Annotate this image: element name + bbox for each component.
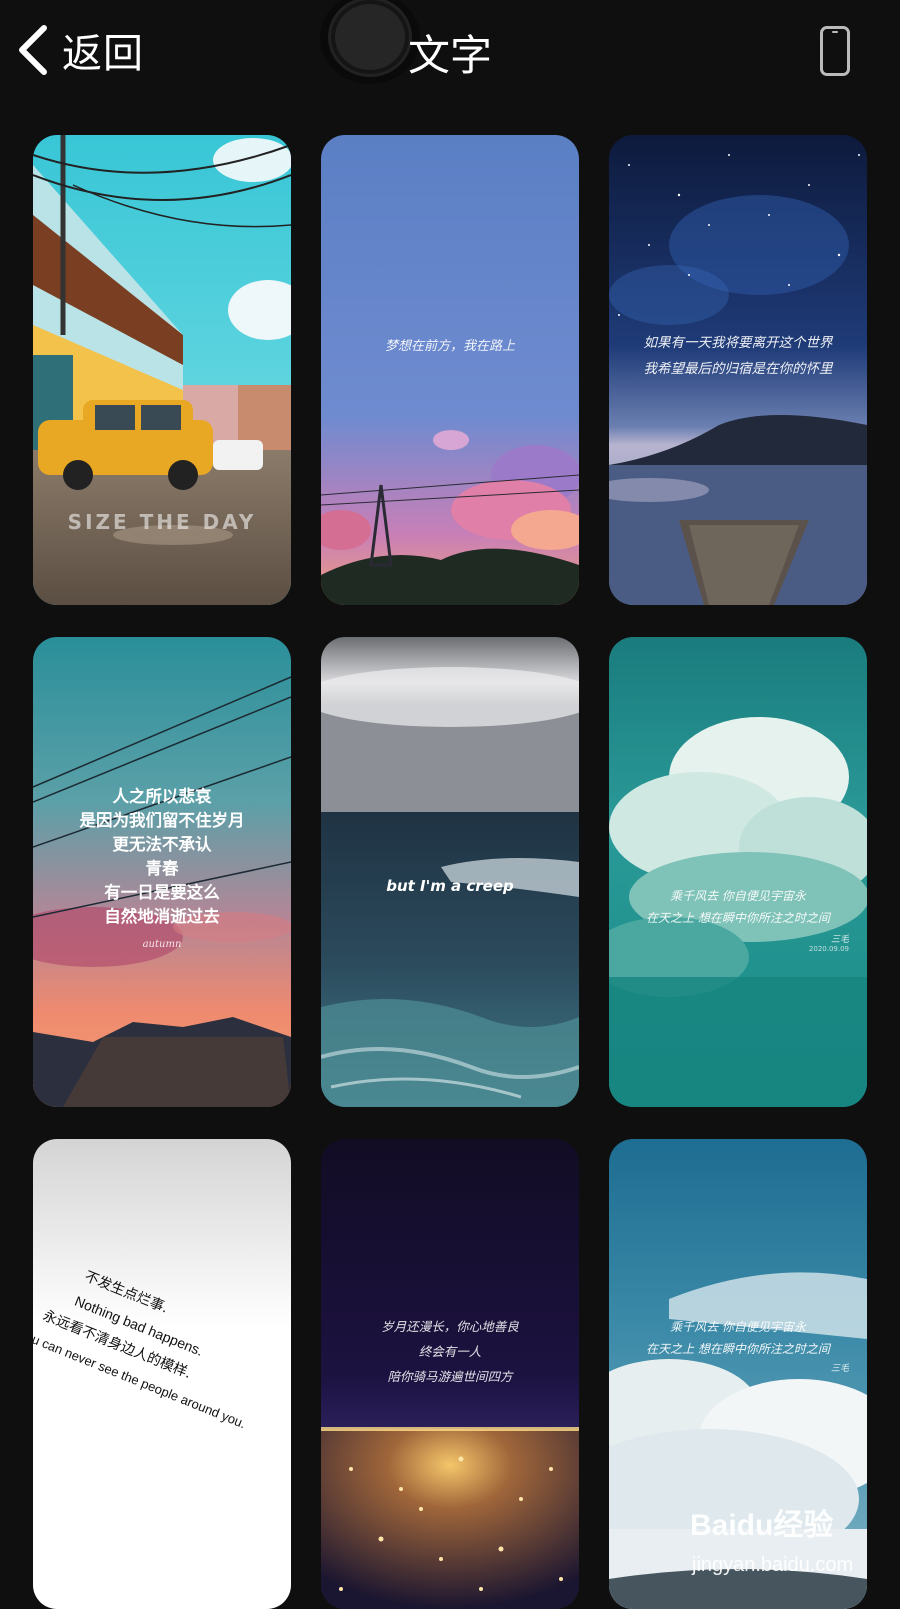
- wallpaper-card[interactable]: 梦想在前方，我在路上: [321, 135, 579, 605]
- wallpaper-card[interactable]: SIZE THE DAY: [33, 135, 291, 605]
- wallpaper-card[interactable]: but I'm a creep: [321, 637, 579, 1107]
- caption-line: 在天之上 想在瞬中你所注之时之间: [646, 1342, 830, 1356]
- caption-line: 在天之上 想在瞬中你所注之时之间: [646, 911, 830, 925]
- wallpaper-date: 2020.09.09: [808, 945, 849, 953]
- wallpaper-signature: 三毛: [830, 1364, 849, 1374]
- caption-line: 终会有一人: [418, 1344, 482, 1359]
- caption-line: 陪你骑马游遍世间四方: [387, 1369, 513, 1384]
- caption-line: 自然地消逝过去: [104, 907, 220, 926]
- wallpaper-caption-line-2: 我希望最后的归宿是在你的怀里: [643, 361, 833, 377]
- wallpaper-caption: but I'm a creep: [386, 877, 514, 895]
- street-taxi-image: [33, 135, 291, 605]
- watermark-url: jingyan.baidu.com: [692, 1554, 854, 1576]
- caption-line: 青春: [145, 859, 179, 878]
- top-bar: 返回 文字: [0, 0, 900, 110]
- wallpaper-card[interactable]: 如果有一天我将要离开这个世界 我希望最后的归宿是在你的怀里: [609, 135, 867, 605]
- wallpaper-caption: 乘千风去 你自便见宇宙永 在天之上 想在瞬中你所注之时之间: [609, 1316, 867, 1360]
- wallpaper-caption: 人之所以悲哀 是因为我们留不住岁月 更无法不承认 青春 有一日是要这么 自然地消…: [33, 785, 291, 929]
- caption-line: 人之所以悲哀: [112, 787, 212, 806]
- baidu-watermark: Baidu经验 jingyan.baidu.com: [690, 1500, 890, 1590]
- caption-line: 更无法不承认: [112, 835, 212, 854]
- wallpaper-caption: 岁月还漫长，你心地善良 终会有一人 陪你骑马游遍世间四方: [321, 1314, 579, 1389]
- wallpaper-caption: SIZE THE DAY: [67, 510, 257, 534]
- wallpaper-caption-line-1: 如果有一天我将要离开这个世界: [643, 335, 833, 351]
- caption-line: 是因为我们留不住岁月: [79, 811, 245, 830]
- caption-line: 岁月还漫长，你心地善良: [381, 1319, 519, 1334]
- wallpaper-caption: 梦想在前方，我在路上: [384, 339, 515, 354]
- wallpaper-signature: autumn: [142, 939, 182, 950]
- wallpaper-card[interactable]: 乘千风去 你自便见宇宙永 在天之上 想在瞬中你所注之时之间 三毛 2020.09…: [609, 637, 867, 1107]
- page-title: 文字: [407, 31, 492, 80]
- wallpaper-card[interactable]: 不发生点烂事. Nothing bad happens. 永远看不清身边人的模样…: [33, 1139, 291, 1609]
- wallpaper-card[interactable]: 人之所以悲哀 是因为我们留不住岁月 更无法不承认 青春 有一日是要这么 自然地消…: [33, 637, 291, 1107]
- watermark-logo: Baidu经验: [690, 1509, 834, 1542]
- caption-line: 乘千风去 你自便见宇宙永: [670, 889, 806, 903]
- wallpaper-signature: 三毛: [830, 935, 849, 945]
- wallpaper-caption: 不发生点烂事. Nothing bad happens. 永远看不清身边人的模样…: [33, 1249, 291, 1443]
- stormy-sea-image: [321, 637, 579, 1107]
- phone-icon[interactable]: [820, 26, 850, 76]
- teal-cloud-image: [609, 637, 867, 1107]
- sunset-tower-image: [321, 135, 579, 605]
- wallpaper-caption: 乘千风去 你自便见宇宙永 在天之上 想在瞬中你所注之时之间: [609, 885, 867, 929]
- wallpaper-card[interactable]: 岁月还漫长，你心地善良 终会有一人 陪你骑马游遍世间四方: [321, 1139, 579, 1609]
- caption-line: 有一日是要这么: [104, 883, 220, 902]
- caption-line: 乘千风去 你自便见宇宙永: [670, 1320, 806, 1334]
